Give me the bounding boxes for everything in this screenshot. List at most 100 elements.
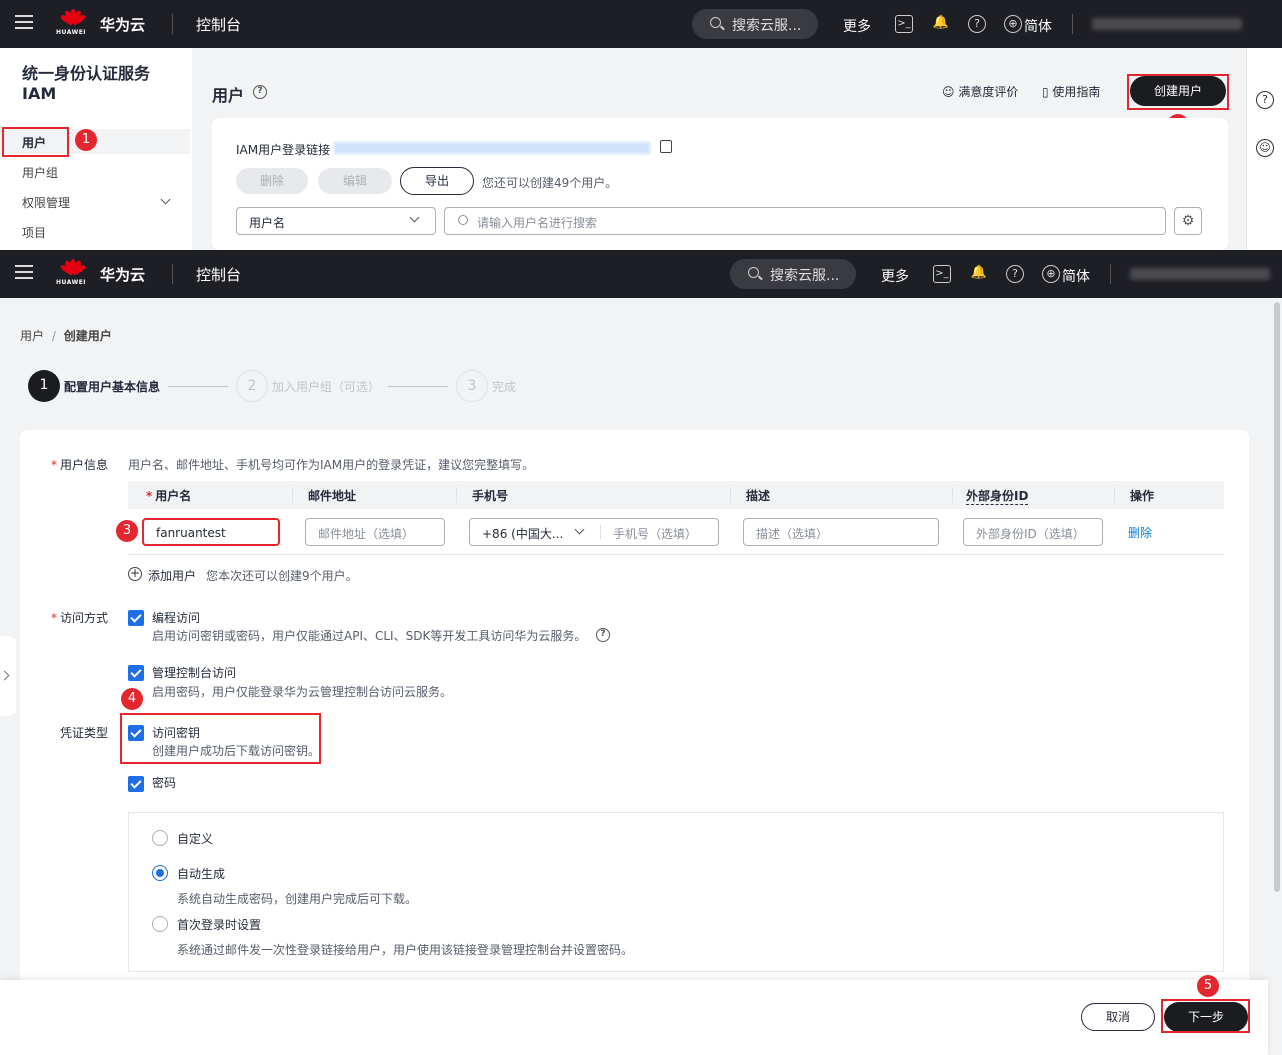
more-menu[interactable]: 更多 (881, 266, 909, 286)
chevron-right-icon (0, 670, 10, 681)
quota-text: 您还可以创建49个用户。 (482, 176, 618, 190)
description-input[interactable]: 描述（选填） (743, 518, 939, 546)
step-2-label: 加入用户组（可选） (272, 380, 381, 394)
step-marker: 3 (116, 520, 138, 542)
column-email: 邮件地址 (308, 489, 357, 503)
sidebar-item-user-groups[interactable]: 用户组 (22, 164, 58, 181)
country-code-select[interactable]: +86 (中国大... (482, 525, 562, 542)
search-icon (710, 17, 721, 28)
pw-first-login-radio[interactable] (152, 916, 168, 932)
pw-auto-radio[interactable] (152, 865, 168, 881)
pw-first-login-label: 首次登录时设置 (177, 918, 262, 932)
help-icon[interactable]: ? (1256, 91, 1274, 109)
help-icon[interactable]: ? (253, 85, 267, 99)
programmatic-access-label: 编程访问 (152, 611, 201, 625)
help-icon[interactable]: ? (1006, 265, 1024, 283)
feedback-smile-icon[interactable]: ☺ (1256, 139, 1274, 157)
search-icon (458, 215, 468, 225)
add-user-quota: 您本次还可以创建9个用户。 (206, 569, 358, 583)
login-link-url-blurred[interactable] (334, 142, 650, 154)
search-input[interactable]: 请输入用户名进行搜索 (444, 207, 1166, 235)
cancel-button[interactable]: 取消 (1081, 1003, 1155, 1031)
credential-type-label: 凭证类型 (59, 726, 108, 740)
console-access-label: 管理控制台访问 (152, 666, 237, 680)
column-username: * 用户名 (146, 489, 192, 503)
step-1-indicator: 1 (28, 370, 60, 402)
cloud-shell-icon[interactable]: >_ (895, 15, 913, 33)
globe-icon[interactable]: ⊕ (1042, 265, 1060, 283)
console-access-checkbox[interactable] (128, 665, 144, 681)
column-description: 描述 (746, 489, 771, 503)
scrollbar[interactable] (1272, 298, 1282, 1055)
step-marker: 1 (75, 129, 97, 151)
access-key-checkbox[interactable] (128, 725, 144, 741)
menu-icon[interactable] (15, 265, 33, 279)
breadcrumb-current: 创建用户 (63, 329, 112, 343)
account-name-blurred[interactable] (1130, 268, 1270, 280)
divider (1110, 264, 1111, 284)
satisfaction-link[interactable]: ☺ 满意度评价 (942, 83, 1018, 100)
global-search[interactable]: 搜索云服... (730, 259, 856, 289)
brand-name[interactable]: 华为云 (100, 14, 145, 35)
sidebar-item-projects[interactable]: 项目 (22, 224, 46, 241)
programmatic-access-checkbox[interactable] (128, 610, 144, 626)
guide-link[interactable]: ▯ 使用指南 (1042, 83, 1100, 100)
help-icon[interactable]: ? (968, 15, 986, 33)
globe-icon[interactable]: ⊕ (1004, 15, 1022, 33)
export-button[interactable]: 导出 (400, 167, 474, 195)
scrollbar-thumb[interactable] (1274, 302, 1280, 892)
breadcrumb-users[interactable]: 用户 (20, 329, 44, 343)
username-input[interactable]: fanruantest (142, 518, 280, 546)
menu-icon[interactable] (15, 15, 33, 29)
edit-button[interactable]: 编辑 (318, 168, 392, 194)
user-info-hint: 用户名、邮件地址、手机号均可作为IAM用户的登录凭证，建议您完整填写。 (128, 458, 535, 472)
step-1-label: 配置用户基本信息 (64, 380, 161, 394)
console-link[interactable]: 控制台 (196, 14, 241, 35)
step-marker: 4 (121, 688, 143, 710)
top-navbar: HUAWEI 华为云 控制台 搜索云服... 更多 >_ 🔔 ? ⊕ 简体 (0, 250, 1282, 298)
programmatic-access-desc: 启用访问密钥或密码，用户仅能通过API、CLI、SDK等开发工具访问华为云服务。 (152, 629, 587, 643)
console-access-desc: 启用密码，用户仅能登录华为云管理控制台访问云服务。 (152, 685, 453, 699)
column-actions: 操作 (1130, 489, 1155, 503)
huawei-logo[interactable]: HUAWEI (56, 9, 88, 37)
pw-custom-radio[interactable] (152, 830, 168, 846)
add-circle-icon[interactable]: + (128, 567, 142, 581)
bell-icon[interactable]: 🔔 (970, 265, 988, 283)
delete-row-link[interactable]: 删除 (1128, 524, 1152, 541)
step-2-indicator: 2 (236, 370, 268, 402)
cloud-shell-icon[interactable]: >_ (933, 265, 951, 283)
step-connector (388, 386, 448, 387)
column-external-id: 外部身份ID (966, 489, 1029, 505)
account-name-blurred[interactable] (1092, 18, 1242, 30)
delete-button[interactable]: 删除 (236, 168, 308, 194)
footer-bar (0, 980, 1268, 1055)
column-divider (952, 487, 953, 503)
side-collapse-tab[interactable] (0, 636, 16, 716)
email-input[interactable]: 邮件地址（选填） (305, 518, 445, 546)
login-link-label: IAM用户登录链接 (236, 143, 331, 157)
huawei-logo[interactable]: HUAWEI (56, 259, 88, 287)
language-switch[interactable]: 简体 (1062, 266, 1090, 286)
access-key-label: 访问密钥 (152, 726, 201, 740)
more-menu[interactable]: 更多 (843, 16, 871, 36)
phone-input[interactable]: 手机号（选填） (613, 525, 697, 542)
copy-icon[interactable] (660, 140, 672, 153)
step-marker: 5 (1197, 975, 1219, 997)
step-3-indicator: 3 (456, 370, 488, 402)
pw-auto-desc: 系统自动生成密码，创建用户完成后可下载。 (177, 892, 418, 906)
language-switch[interactable]: 简体 (1024, 16, 1052, 36)
global-search[interactable]: 搜索云服... (692, 9, 818, 39)
sidebar-item-permissions[interactable]: 权限管理 (22, 194, 70, 211)
divider (172, 14, 173, 34)
filter-select[interactable]: 用户名 (236, 207, 436, 235)
pw-custom-label: 自定义 (177, 832, 214, 846)
chevron-down-icon (574, 524, 585, 535)
brand-name[interactable]: 华为云 (100, 264, 145, 285)
password-checkbox[interactable] (128, 776, 144, 792)
external-id-input[interactable]: 外部身份ID（选填） (963, 518, 1103, 546)
settings-gear-icon[interactable]: ⚙ (1174, 207, 1202, 235)
bell-icon[interactable]: 🔔 (932, 15, 950, 33)
add-user-link[interactable]: 添加用户 (148, 567, 196, 584)
help-icon[interactable]: ? (596, 628, 610, 642)
console-link[interactable]: 控制台 (196, 264, 241, 285)
